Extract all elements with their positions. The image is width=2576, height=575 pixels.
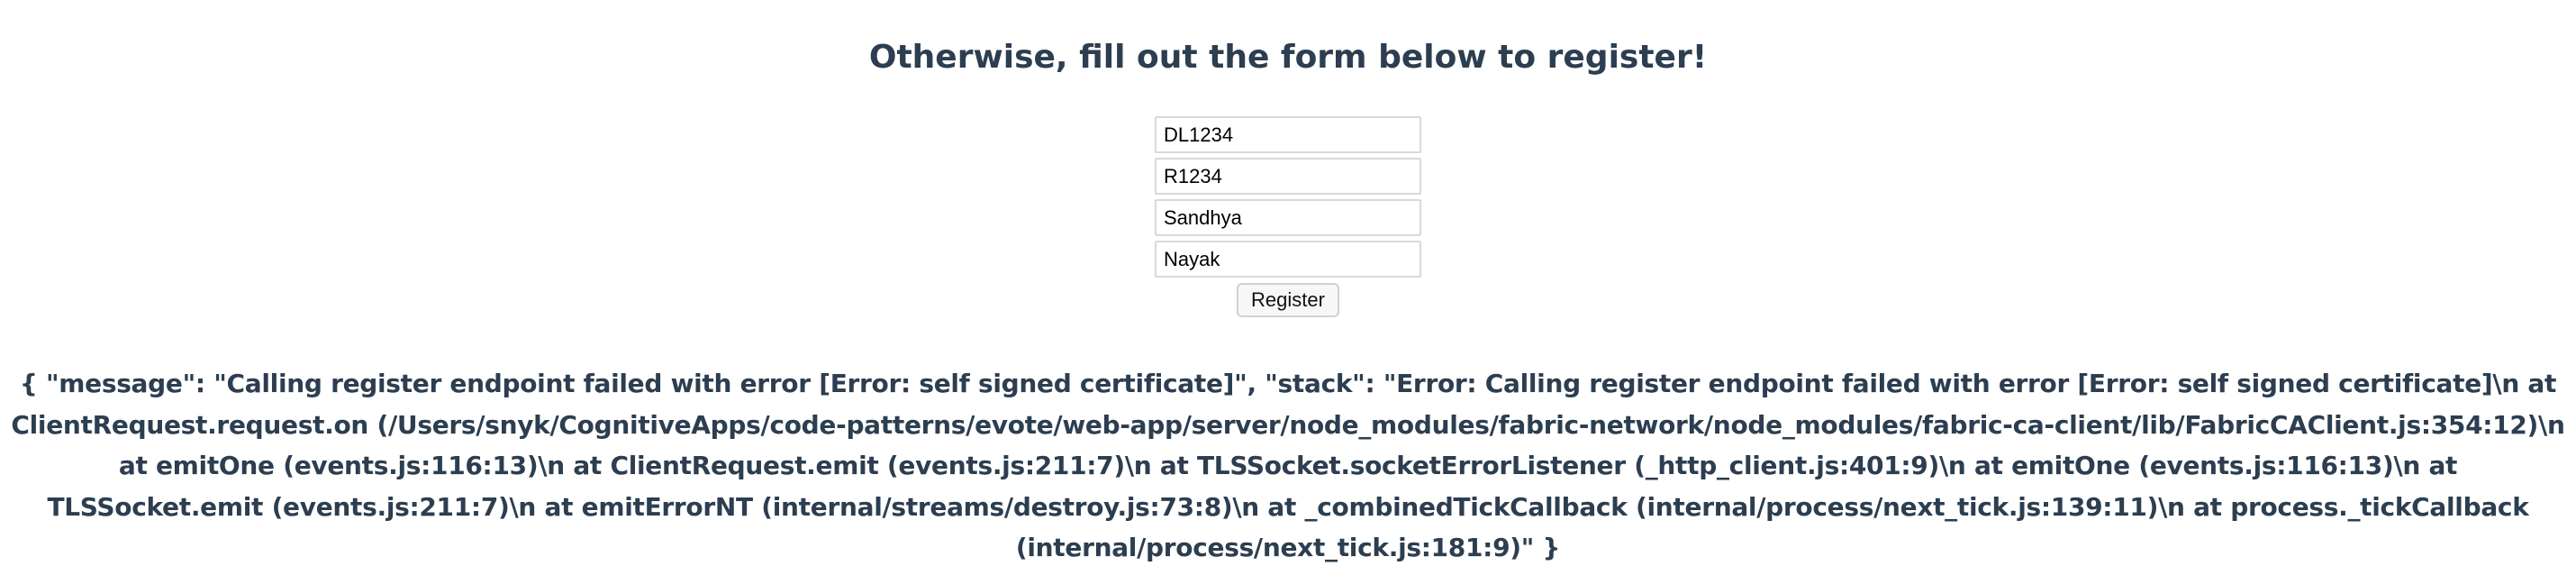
register-form: Register (0, 116, 2576, 317)
error-message: { "message": "Calling register endpoint … (11, 369, 2565, 562)
first-name-field[interactable] (1155, 199, 1421, 236)
driver-license-field[interactable] (1155, 116, 1421, 153)
register-button[interactable]: Register (1237, 283, 1339, 317)
last-name-field[interactable] (1155, 241, 1421, 278)
page-title: Otherwise, fill out the form below to re… (868, 39, 1708, 76)
register-page: Otherwise, fill out the form below to re… (0, 0, 2576, 575)
registration-field[interactable] (1155, 158, 1421, 195)
